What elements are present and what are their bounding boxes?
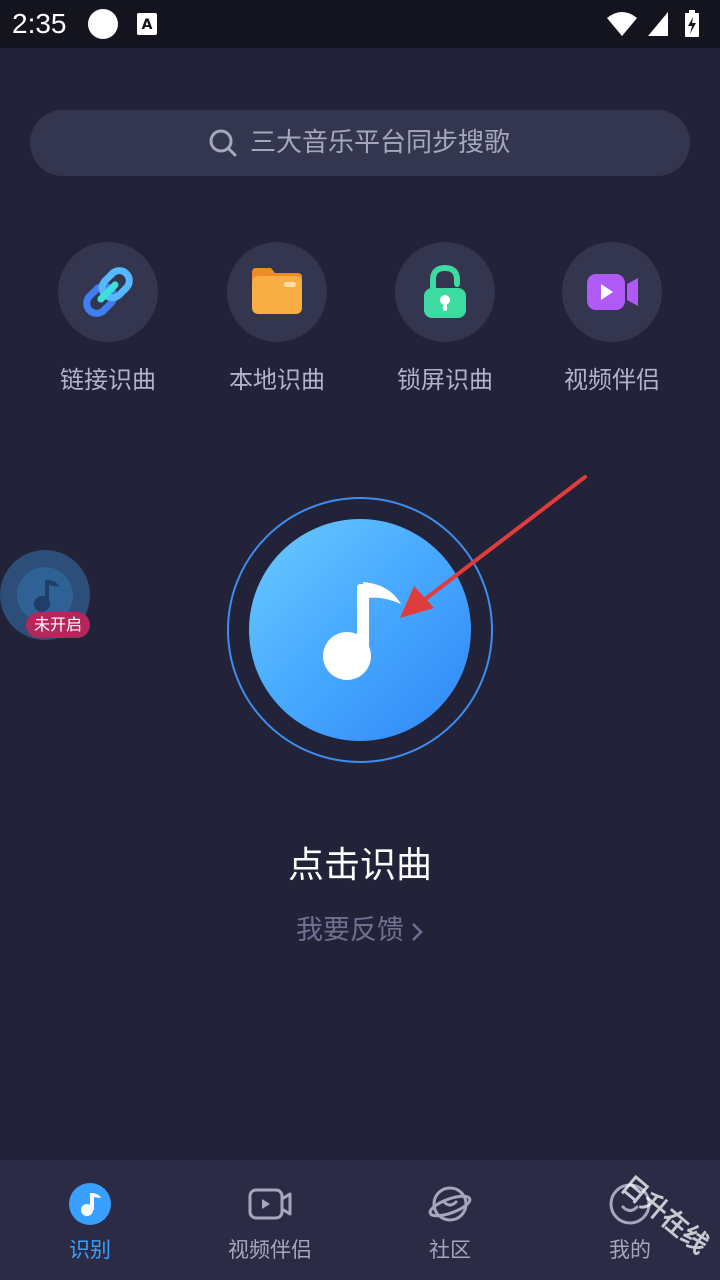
feedback-label: 我要反馈	[296, 915, 404, 946]
feature-label: 本地识曲	[229, 366, 325, 394]
tab-community[interactable]: 社区	[360, 1160, 540, 1280]
tab-video-companion[interactable]: 视频伴侣	[180, 1160, 360, 1280]
status-bar: 2:35 A	[0, 0, 720, 48]
feature-video-companion[interactable]: 视频伴侣	[537, 242, 687, 402]
tab-label: 视频伴侣	[228, 1238, 312, 1262]
feature-label: 链接识曲	[60, 366, 156, 394]
folder-icon	[252, 268, 302, 314]
planet-icon	[428, 1186, 472, 1222]
wifi-icon	[607, 12, 637, 36]
notification-dot-icon	[88, 9, 118, 39]
search-bar[interactable]: 三大音乐平台同步搜歌	[30, 110, 690, 176]
battery-charging-icon	[685, 10, 699, 37]
music-note-icon	[69, 1183, 111, 1225]
feedback-link[interactable]: 我要反馈	[0, 908, 720, 947]
feature-circle	[227, 242, 327, 342]
svg-text:A: A	[142, 17, 153, 33]
bottom-nav: 识别 视频伴侣 社区 我的	[0, 1160, 720, 1280]
app-screen: 2:35 A 三大音乐平台同步搜歌 链接识曲 本地识曲 锁屏识曲 视频伴侣 未开…	[0, 0, 720, 1280]
feature-circle	[562, 242, 662, 342]
status-time: 2:35	[12, 8, 67, 39]
chevron-right-icon	[412, 922, 423, 941]
tap-to-recognize-title: 点击识曲	[287, 845, 432, 886]
video-camera-icon	[587, 274, 638, 310]
feature-circle	[58, 242, 158, 342]
feature-lockscreen-recognize[interactable]: 锁屏识曲	[370, 242, 520, 402]
feature-circle	[395, 242, 495, 342]
accessibility-app-icon: A	[137, 13, 157, 35]
search-icon	[209, 129, 237, 157]
tab-label: 识别	[69, 1238, 111, 1262]
video-icon	[248, 1188, 292, 1220]
lock-icon	[424, 264, 466, 318]
floating-widget-status-badge: 未开启	[26, 612, 91, 638]
feature-label: 视频伴侣	[564, 366, 660, 394]
search-placeholder: 三大音乐平台同步搜歌	[250, 128, 511, 158]
pointer-arrow-icon	[400, 475, 587, 618]
tab-label: 社区	[429, 1238, 471, 1262]
music-note-icon	[34, 580, 59, 612]
link-icon	[83, 267, 133, 317]
feature-label: 锁屏识曲	[397, 366, 493, 394]
signal-icon	[648, 12, 668, 36]
feature-link-recognize[interactable]: 链接识曲	[33, 242, 183, 402]
feature-local-recognize[interactable]: 本地识曲	[202, 242, 352, 402]
tab-recognize[interactable]: 识别	[0, 1160, 180, 1280]
